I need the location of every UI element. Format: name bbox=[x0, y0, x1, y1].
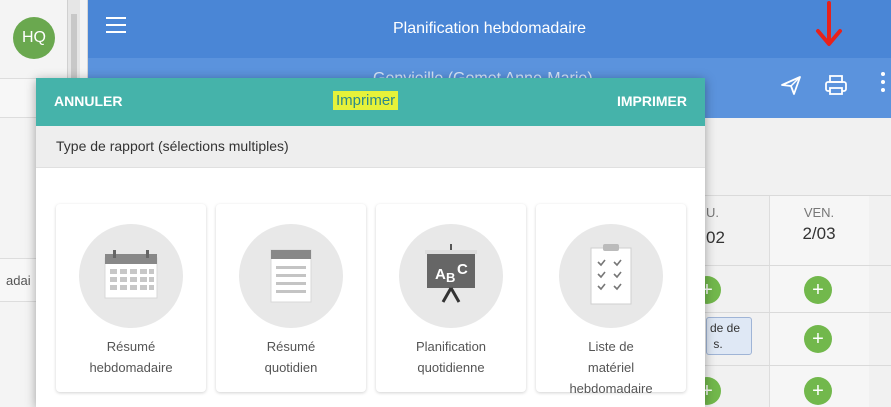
print-button[interactable]: IMPRIMER bbox=[617, 93, 687, 109]
report-option-daily-planning[interactable]: A B C Planification quotidienne bbox=[376, 204, 526, 392]
checklist-clipboard-icon bbox=[559, 224, 663, 328]
page-title: Planification hebdomadaire bbox=[392, 20, 586, 37]
dialog-header: ANNULER Imprimer IMPRIMER bbox=[36, 78, 705, 126]
scrollbar-thumb[interactable] bbox=[71, 14, 77, 84]
red-arrow-annotation bbox=[811, 0, 847, 55]
dialog-title: Imprimer bbox=[333, 91, 399, 110]
day-date: 2/03 bbox=[802, 224, 836, 243]
printer-icon[interactable] bbox=[824, 74, 848, 101]
more-options-icon[interactable] bbox=[881, 72, 885, 96]
add-button[interactable]: + bbox=[804, 377, 832, 405]
report-option-weekly-summary[interactable]: Résumé hebdomadaire bbox=[56, 204, 206, 392]
add-button[interactable]: + bbox=[804, 276, 832, 304]
report-type-label: Type de rapport (sélections multiples) bbox=[36, 126, 705, 168]
report-option-daily-summary[interactable]: Résumé quotidien bbox=[216, 204, 366, 392]
day-header-partial: U. bbox=[706, 205, 719, 220]
avatar-initials: HQ bbox=[22, 29, 46, 46]
day-header-friday: VEN. 2/03 bbox=[769, 205, 869, 244]
send-icon[interactable] bbox=[780, 74, 802, 101]
add-button[interactable]: + bbox=[804, 325, 832, 353]
print-dialog: ANNULER Imprimer IMPRIMER Type de rappor… bbox=[36, 78, 705, 407]
sidebar-partial-text: adai bbox=[6, 273, 31, 288]
day-name: VEN. bbox=[803, 205, 835, 220]
report-option-label: Liste de matériel hebdomadaire bbox=[569, 339, 653, 396]
svg-text:A: A bbox=[435, 266, 446, 283]
svg-text:C: C bbox=[457, 261, 468, 278]
abc-easel-icon: A B C bbox=[399, 224, 503, 328]
report-option-label: Résumé quotidien bbox=[264, 339, 318, 375]
svg-text:B: B bbox=[446, 270, 455, 285]
app-header: Planification hebdomadaire bbox=[88, 0, 891, 58]
document-lines-icon bbox=[239, 224, 343, 328]
day-date-partial: 02 bbox=[706, 228, 725, 247]
avatar[interactable]: HQ bbox=[13, 17, 55, 59]
report-option-weekly-material-list[interactable]: Liste de matériel hebdomadaire bbox=[536, 204, 686, 396]
report-option-label: Résumé hebdomadaire bbox=[89, 339, 173, 375]
report-option-label: Planification quotidienne bbox=[415, 339, 487, 375]
calendar-icon bbox=[79, 224, 183, 328]
activity-chip-partial[interactable]: de de s. bbox=[706, 317, 752, 355]
cancel-button[interactable]: ANNULER bbox=[54, 93, 122, 109]
